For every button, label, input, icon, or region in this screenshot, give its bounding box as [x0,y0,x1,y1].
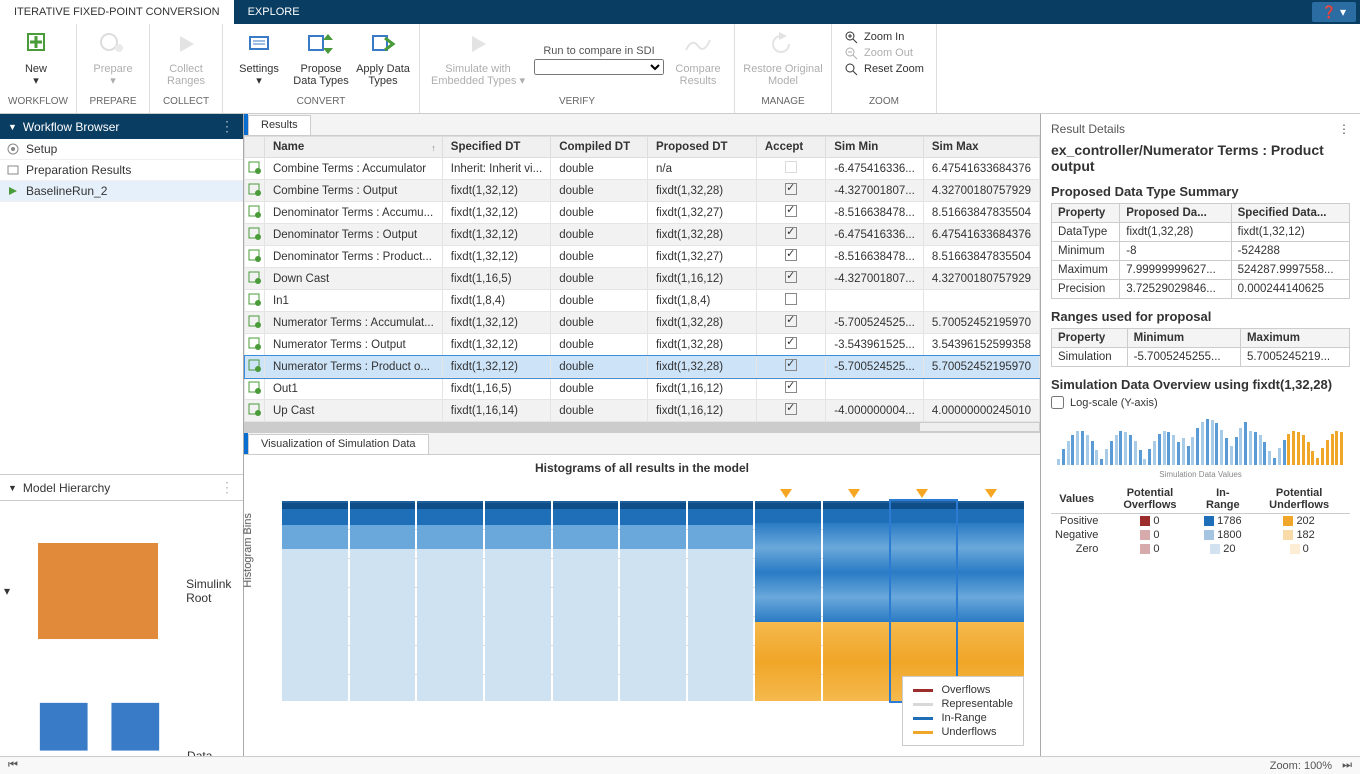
histogram-column[interactable] [553,501,619,701]
run-compare-select[interactable] [534,59,664,75]
table-row[interactable]: Combine Terms : AccumulatorInherit: Inhe… [245,158,1040,180]
col-spec[interactable]: Specified DT [442,137,550,158]
zoom-in-button[interactable]: Zoom In [844,30,924,44]
underflow-marker-icon [848,489,860,498]
histogram-column[interactable] [823,501,889,701]
histogram-chart[interactable]: Histogram Bins [244,481,1040,756]
viz-tab[interactable]: Visualization of Simulation Data [248,434,429,454]
tree-data-objects[interactable]: Data Objects [0,677,243,756]
col-accept[interactable]: Accept [756,137,825,158]
model-hierarchy-tree: ▾Simulink Root Data Objects ▾ex_mdlref_c… [0,501,243,756]
histogram-column[interactable] [485,501,551,701]
table-row[interactable]: Numerator Terms : Outputfixdt(1,32,12)do… [245,334,1040,356]
results-tab-strip: Results [244,114,1040,136]
zoom-label: Zoom: 100% [1270,760,1332,772]
viz-title: Histograms of all results in the model [244,455,1040,481]
table-row[interactable]: In1fixdt(1,8,4)doublefixdt(1,8,4) [245,290,1040,312]
col-smax[interactable]: Sim Max [923,137,1039,158]
model-hierarchy-header[interactable]: ▼Model Hierarchy⋮ [0,474,243,501]
status-bar: ⏮ Zoom: 100% ⏭ [0,756,1360,774]
compare-results-button[interactable]: Compare Results [670,30,726,87]
col-comp[interactable]: Compiled DT [551,137,648,158]
simulate-embedded-button[interactable]: Simulate with Embedded Types ▾ [428,30,528,87]
underflow-marker-icon [780,489,792,498]
workflow-item-setup[interactable]: Setup [0,139,243,160]
new-button[interactable]: New▾ [8,30,64,87]
table-row[interactable]: Out1fixdt(1,16,5)doublefixdt(1,16,12) [245,378,1040,400]
values-summary-table: ValuesPotential OverflowsIn-RangePotenti… [1051,485,1350,556]
table-row[interactable]: Numerator Terms : Product o...fixdt(1,32… [245,356,1040,378]
col-smin[interactable]: Sim Min [826,137,924,158]
tab-explore[interactable]: EXPLORE [234,0,314,24]
table-row[interactable]: Denominator Terms : Outputfixdt(1,32,12)… [245,224,1040,246]
details-heading: ex_controller/Numerator Terms : Product … [1051,142,1350,174]
table-row[interactable]: Denominator Terms : Product...fixdt(1,32… [245,246,1040,268]
table-row[interactable]: Combine Terms : Outputfixdt(1,32,12)doub… [245,180,1040,202]
histogram-legend: Overflows Representable In-Range Underfl… [902,676,1024,746]
mini-histogram: Simulation Data Values [1051,415,1350,479]
table-row[interactable]: Numerator Terms : Accumulat...fixdt(1,32… [245,312,1040,334]
underflow-marker-icon [985,489,997,498]
title-bar: ITERATIVE FIXED-POINT CONVERSION EXPLORE… [0,0,1360,24]
workflow-browser-list: Setup Preparation Results BaselineRun_2 [0,139,243,227]
prepare-button[interactable]: Prepare▾ [85,30,141,87]
histogram-column[interactable] [620,501,686,701]
reset-zoom-button[interactable]: Reset Zoom [844,62,924,76]
workflow-item-prep[interactable]: Preparation Results [0,160,243,181]
results-table[interactable]: Name↑ Specified DT Compiled DT Proposed … [244,136,1040,422]
table-row[interactable]: Down Castfixdt(1,16,5)doublefixdt(1,16,1… [245,268,1040,290]
underflow-marker-icon [916,489,928,498]
workflow-browser-header[interactable]: ▼Workflow Browser⋮ [0,114,243,139]
tab-fixed-point[interactable]: ITERATIVE FIXED-POINT CONVERSION [0,0,234,24]
propose-button[interactable]: Propose Data Types [293,30,349,87]
horizontal-scrollbar[interactable] [244,422,1040,432]
restore-model-button[interactable]: Restore Original Model [743,30,823,87]
details-title: Result Details [1051,122,1125,136]
ribbon: New▾ WORKFLOW Prepare▾ PREPARE Collect R… [0,24,1360,114]
workflow-item-baseline[interactable]: BaselineRun_2 [0,181,243,202]
histogram-column[interactable] [688,501,754,701]
tree-root[interactable]: ▾Simulink Root [0,505,243,677]
histogram-column[interactable] [282,501,348,701]
run-compare-label: Run to compare in SDI [534,43,664,59]
apply-button[interactable]: Apply Data Types [355,30,411,87]
col-prop[interactable]: Proposed DT [647,137,756,158]
settings-button[interactable]: Settings▾ [231,30,287,87]
help-button[interactable]: ❓ ▾ [1312,2,1356,22]
log-scale-checkbox[interactable]: Log-scale (Y-axis) [1051,396,1350,409]
ranges-table: PropertyMinimumMaximum Simulation-5.7005… [1051,328,1350,367]
histogram-column[interactable] [958,501,1024,701]
viz-tab-strip: Visualization of Simulation Data [244,433,1040,455]
histogram-column[interactable] [417,501,483,701]
scroll-right-icon[interactable]: ⏭ [1342,759,1352,772]
collect-ranges-button[interactable]: Collect Ranges [158,30,214,87]
histogram-column[interactable] [350,501,416,701]
zoom-out-button[interactable]: Zoom Out [844,46,924,60]
table-row[interactable]: Up Castfixdt(1,16,14)doublefixdt(1,16,12… [245,400,1040,422]
histogram-column[interactable] [755,501,821,701]
result-details-panel: Result Details⋮ ex_controller/Numerator … [1040,114,1360,756]
proposed-summary-table: PropertyProposed Da...Specified Data... … [1051,203,1350,299]
scroll-left-icon[interactable]: ⏮ [8,759,18,772]
table-row[interactable]: Denominator Terms : Accumu...fixdt(1,32,… [245,202,1040,224]
histogram-column[interactable] [891,501,957,701]
col-name[interactable]: Name↑ [264,137,442,158]
results-tab[interactable]: Results [248,115,311,135]
